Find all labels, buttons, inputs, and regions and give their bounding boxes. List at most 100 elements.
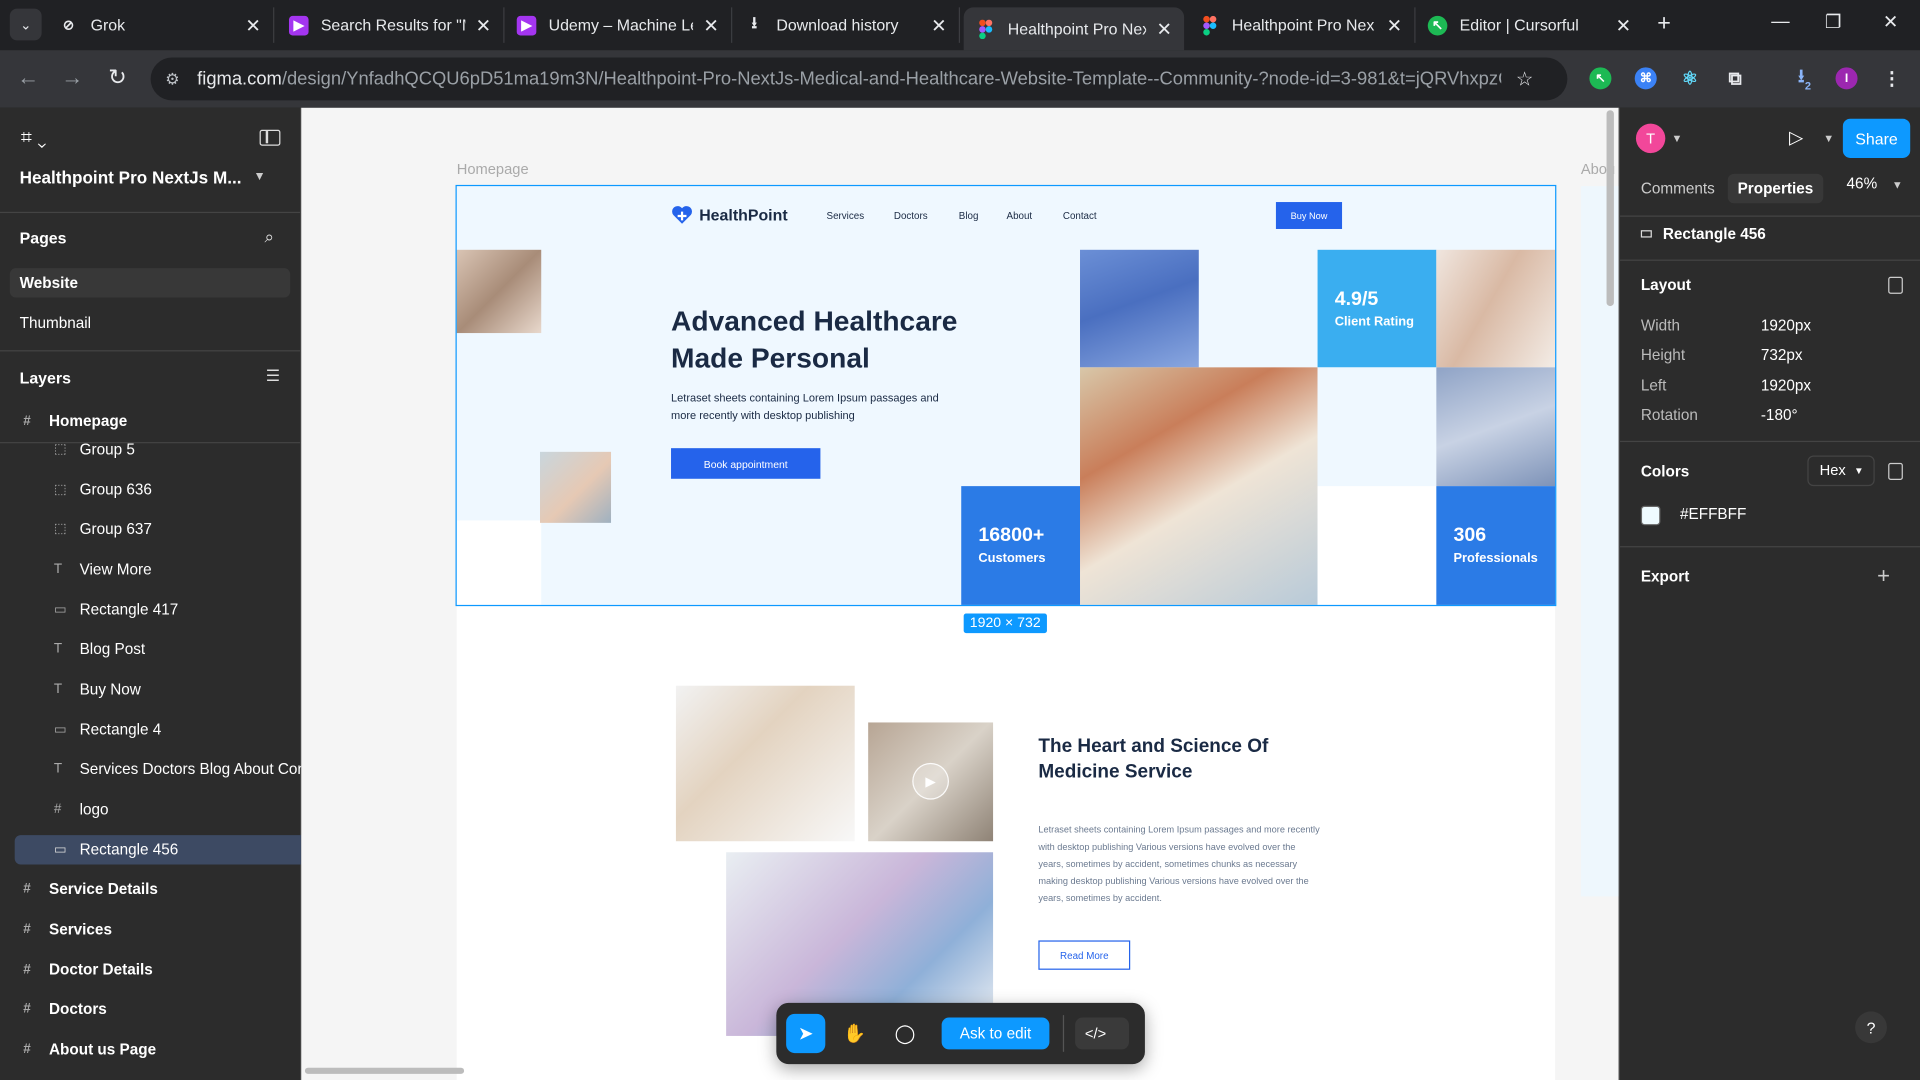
tab-download-history[interactable]: ⭳ Download history ✕ [732, 7, 961, 43]
close-icon[interactable]: ✕ [245, 14, 260, 36]
user-avatar[interactable]: T [1635, 123, 1666, 154]
play-icon[interactable]: ▶ [912, 762, 949, 800]
frame-label-homepage[interactable]: Homepage [457, 160, 529, 177]
tab-healthpoint-active[interactable]: Healthpoint Pro Next ✕ [963, 7, 1185, 51]
layer-services[interactable]: # Services [0, 915, 301, 944]
tab-udemy[interactable]: ▶ Udemy – Machine Le ✕ [504, 7, 733, 43]
left-value[interactable]: 1920px [1761, 377, 1811, 394]
buy-now-button[interactable]: Buy Now [1275, 202, 1343, 229]
chevron-down-icon[interactable]: ▼ [253, 170, 265, 183]
chevron-down-icon[interactable]: ▼ [1823, 132, 1834, 144]
cursorful-extension-icon[interactable]: ↖ [1589, 67, 1612, 90]
tab-grok[interactable]: ⊘ Grok ✕ [47, 7, 275, 43]
chevron-down-icon[interactable]: ▼ [1892, 179, 1903, 191]
reload-icon[interactable]: ↻ [104, 65, 131, 91]
page-item-website[interactable]: Website [9, 268, 291, 298]
restore-icon[interactable]: ❐ [1821, 11, 1845, 33]
tab-search-results[interactable]: ▶ Search Results for "M ✕ [277, 7, 505, 43]
hero-title: Advanced Healthcare Made Personal [671, 304, 958, 374]
window-close-icon[interactable]: ✕ [1878, 11, 1902, 33]
nav-blog[interactable]: Blog [959, 211, 979, 222]
layer-doctors[interactable]: # Doctors [0, 994, 301, 1023]
tab-search-icon[interactable]: ⌄ [9, 8, 42, 41]
hero-section[interactable]: HealthPoint Services Doctors Blog About … [456, 186, 1556, 605]
page-item-thumbnail[interactable]: Thumbnail [10, 309, 290, 338]
copy-icon[interactable] [1888, 276, 1903, 294]
layer-rectangle-4[interactable]: ▭ Rectangle 4 [0, 715, 301, 744]
help-button[interactable]: ? [1855, 1011, 1887, 1044]
file-name[interactable]: Healthpoint Pro NextJs M... [20, 168, 242, 188]
bookmark-star-icon[interactable]: ☆ [1516, 67, 1534, 91]
layer-doctor-details[interactable]: # Doctor Details [0, 955, 301, 984]
read-more-button[interactable]: Read More [1038, 940, 1131, 970]
react-devtools-icon[interactable]: ⚛ [1679, 67, 1701, 90]
nav-about[interactable]: About [1007, 211, 1033, 222]
layer-group-637[interactable]: ⬚ Group 637 [0, 514, 301, 543]
color-swatch[interactable] [1640, 505, 1661, 526]
close-icon[interactable]: ✕ [1156, 18, 1171, 40]
rectangle-icon [1640, 230, 1652, 238]
close-icon[interactable]: ✕ [1387, 14, 1402, 36]
color-format-select[interactable]: Hex ▼ [1807, 455, 1875, 487]
layer-rectangle-456[interactable]: ▭ Rectangle 456 [14, 835, 302, 865]
layer-service-details[interactable]: # Service Details [0, 874, 301, 903]
width-value[interactable]: 1920px [1761, 317, 1811, 334]
layer-about-us-page[interactable]: # About us Page [0, 1035, 301, 1064]
dev-mode-code-icon[interactable]: </> [1075, 1017, 1129, 1050]
colors-heading: Colors [1640, 462, 1690, 481]
layers-filter-icon[interactable]: ☰ [266, 366, 280, 386]
address-bar[interactable]: ⚙ figma.com/design/YnfadhQCQU6pD51ma19m3… [150, 57, 1568, 101]
figma-canvas[interactable]: Homepage Abou HealthPoint Services Docto… [301, 107, 1619, 1080]
height-value[interactable]: 732px [1761, 347, 1803, 364]
tab-cursorful[interactable]: ↖ Editor | Cursorful ✕ [1416, 7, 1644, 43]
tab-healthpoint-2[interactable]: Healthpoint Pro Nex ✕ [1188, 7, 1416, 43]
nav-doctors[interactable]: Doctors [894, 211, 928, 222]
nav-services[interactable]: Services [827, 211, 865, 222]
ask-to-edit-button[interactable]: Ask to edit [941, 1017, 1050, 1050]
add-export-icon[interactable]: + [1877, 563, 1890, 589]
layer-homepage[interactable]: # Homepage [0, 407, 301, 436]
layer-group-636[interactable]: ⬚ Group 636 [0, 475, 301, 504]
book-appointment-button[interactable]: Book appointment [671, 448, 821, 479]
close-icon[interactable]: ✕ [476, 14, 491, 36]
close-icon[interactable]: ✕ [931, 14, 946, 36]
layer-group-5[interactable]: ⬚ Group 5 [0, 435, 301, 464]
present-play-icon[interactable]: ▷ [1789, 126, 1803, 148]
browser-menu-icon[interactable]: ⋮ [1881, 67, 1903, 90]
nav-contact[interactable]: Contact [1063, 211, 1097, 222]
figma-main-menu-icon[interactable]: ⌗ ⌄ [21, 127, 47, 149]
chevron-down-icon[interactable]: ▼ [1671, 132, 1682, 144]
forward-icon[interactable]: → [59, 65, 86, 91]
color-value[interactable]: #EFFBFF [1680, 506, 1746, 523]
horizontal-scrollbar[interactable] [304, 1067, 465, 1074]
tab-properties[interactable]: Properties [1727, 173, 1824, 204]
extensions-puzzle-icon[interactable]: ⧉ [1724, 67, 1746, 89]
site-info-icon[interactable]: ⚙ [165, 69, 189, 89]
comment-tool-icon[interactable]: ◯ [885, 1014, 924, 1053]
downloads-icon[interactable]: ⭳ 2 [1790, 66, 1812, 92]
share-button[interactable]: Share [1842, 118, 1911, 158]
new-tab-icon[interactable]: + [1651, 11, 1678, 38]
copy-icon[interactable] [1888, 462, 1903, 481]
vertical-scrollbar[interactable] [1606, 110, 1614, 307]
hand-tool-icon[interactable]: ✋ [835, 1014, 874, 1053]
layer-buy-now[interactable]: T Buy Now [0, 675, 301, 704]
profile-avatar[interactable]: I [1835, 67, 1858, 90]
search-icon[interactable]: ⌕ [264, 227, 274, 248]
layer-nav-text[interactable]: T Services Doctors Blog About Con [0, 754, 301, 783]
sidebar-toggle-icon[interactable] [259, 129, 281, 146]
tab-comments[interactable]: Comments [1631, 174, 1725, 203]
close-icon[interactable]: ✕ [703, 14, 718, 36]
layer-blog-post[interactable]: T Blog Post [0, 634, 301, 663]
zoom-level[interactable]: 46% [1847, 175, 1878, 192]
vpn-extension-icon[interactable]: ⌘ [1634, 67, 1657, 90]
layer-logo[interactable]: # logo [0, 795, 301, 824]
minimize-icon[interactable]: — [1768, 11, 1792, 32]
close-icon[interactable]: ✕ [1616, 14, 1631, 36]
back-icon[interactable]: ← [15, 65, 42, 91]
professionals-stat: 306 Professionals [1436, 486, 1556, 605]
layer-rectangle-417[interactable]: ▭ Rectangle 417 [0, 595, 301, 624]
layer-view-more[interactable]: T View More [0, 555, 301, 584]
move-tool-icon[interactable]: ➤ [786, 1013, 826, 1054]
rotation-value[interactable]: -180° [1761, 407, 1798, 424]
